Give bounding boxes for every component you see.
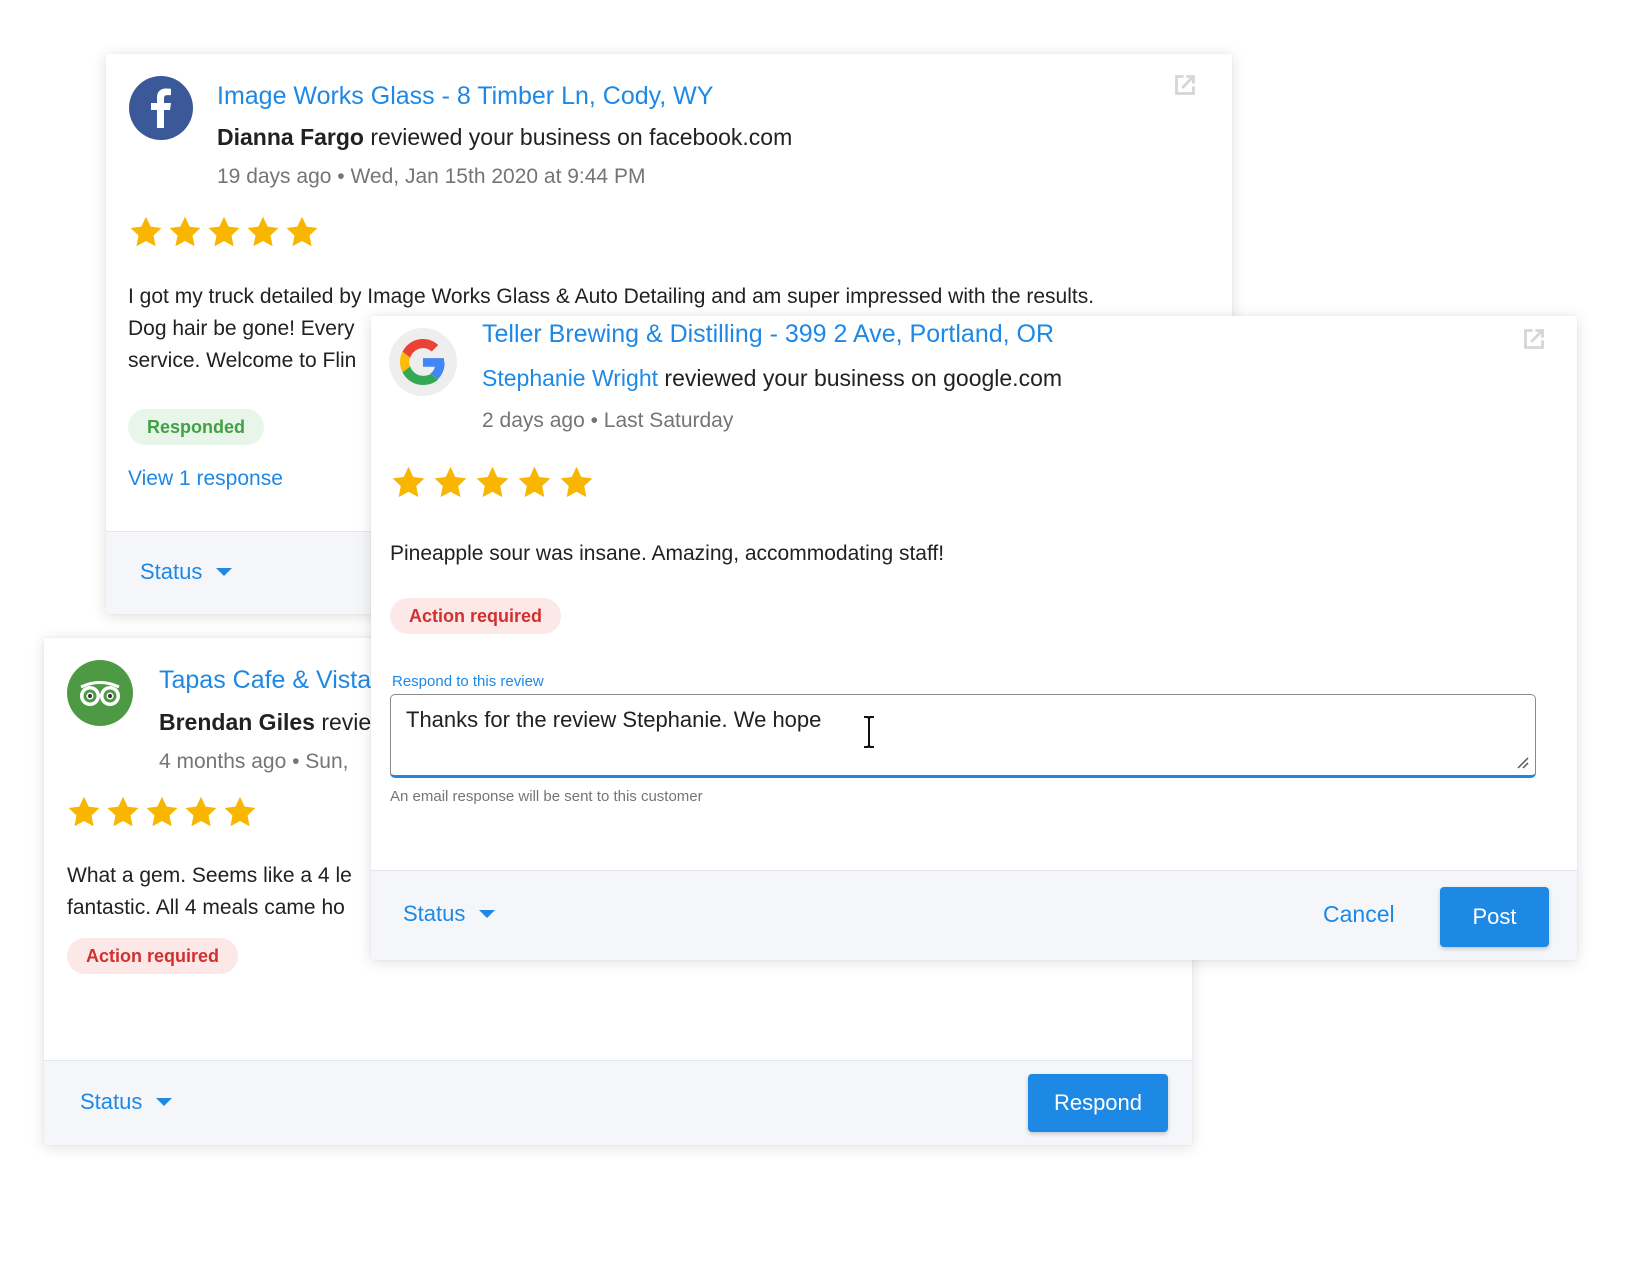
star-rating bbox=[66, 794, 261, 830]
star-icon bbox=[476, 466, 509, 498]
business-title[interactable]: Tapas Cafe & Vista bbox=[159, 666, 371, 695]
review-attribution: Stephanie Wright reviewed your business … bbox=[482, 365, 1062, 392]
star-icon bbox=[208, 216, 240, 247]
tripadvisor-icon bbox=[67, 660, 133, 726]
review-date: Sun, bbox=[305, 750, 349, 773]
separator: • bbox=[584, 409, 604, 432]
star-icon bbox=[286, 216, 318, 247]
star-icon bbox=[560, 466, 593, 498]
resize-handle-icon[interactable] bbox=[1515, 755, 1529, 769]
card-footer: Status Respond bbox=[44, 1060, 1192, 1145]
review-text-line: I got my truck detailed by Image Works G… bbox=[128, 285, 1095, 308]
status-badge: Responded bbox=[128, 409, 265, 445]
caret-down-icon bbox=[216, 568, 233, 576]
review-attribution: Dianna Fargo reviewed your business on f… bbox=[217, 124, 792, 151]
status-badge: Action required bbox=[390, 598, 562, 634]
review-text: Pineapple sour was insane. Amazing, acco… bbox=[390, 538, 944, 570]
business-title[interactable]: Image Works Glass - 8 Timber Ln, Cody, W… bbox=[217, 82, 713, 111]
star-icon bbox=[518, 466, 551, 498]
review-text-line: What a gem. Seems like a 4 le bbox=[67, 864, 352, 887]
star-icon bbox=[247, 216, 279, 247]
view-response-link[interactable]: View 1 response bbox=[128, 467, 283, 491]
response-text-value: Thanks for the review Stephanie. We hope bbox=[406, 707, 822, 732]
reviewed-on-text: reviewed your business on facebook.com bbox=[363, 124, 793, 150]
review-date: Last Saturday bbox=[603, 409, 734, 432]
star-icon bbox=[434, 466, 467, 498]
reviewer-name: Brendan Giles bbox=[159, 709, 315, 735]
respond-button[interactable]: Respond bbox=[1028, 1074, 1168, 1132]
review-timestamp: 2 days ago • Last Saturday bbox=[482, 409, 733, 433]
star-icon bbox=[107, 796, 139, 827]
status-label: Status bbox=[403, 901, 466, 926]
review-timestamp: 19 days ago • Wed, Jan 15th 2020 at 9:44… bbox=[217, 165, 645, 189]
review-attribution: Brendan Giles revie bbox=[159, 709, 371, 736]
separator: • bbox=[331, 165, 351, 188]
star-icon bbox=[392, 466, 425, 498]
review-text-line: fantastic. All 4 meals came ho bbox=[67, 896, 345, 919]
status-label: Status bbox=[140, 559, 203, 584]
business-title[interactable]: Teller Brewing & Distilling - 399 2 Ave,… bbox=[482, 320, 1054, 349]
reviewer-name: Dianna Fargo bbox=[217, 124, 364, 150]
separator: • bbox=[286, 750, 306, 773]
star-icon bbox=[185, 796, 217, 827]
star-rating bbox=[390, 464, 600, 501]
caret-down-icon bbox=[479, 910, 496, 918]
post-button[interactable]: Post bbox=[1440, 887, 1549, 947]
status-dropdown[interactable]: Status bbox=[140, 559, 233, 585]
open-external-icon[interactable] bbox=[1517, 322, 1551, 356]
google-icon bbox=[389, 328, 457, 396]
response-helper-text: An email response will be sent to this c… bbox=[390, 788, 703, 805]
time-ago: 4 months ago bbox=[159, 750, 287, 773]
time-ago: 19 days ago bbox=[217, 165, 332, 188]
status-dropdown[interactable]: Status bbox=[80, 1089, 173, 1115]
review-date: Wed, Jan 15th 2020 at 9:44 PM bbox=[350, 165, 646, 188]
open-external-icon[interactable] bbox=[1168, 68, 1202, 102]
response-textarea[interactable]: Thanks for the review Stephanie. We hope bbox=[390, 694, 1536, 778]
reviewer-name[interactable]: Stephanie Wright bbox=[482, 365, 658, 391]
cancel-button[interactable]: Cancel bbox=[1323, 901, 1395, 928]
reviewed-on-text: reviewed your business on google.com bbox=[658, 365, 1063, 391]
star-icon bbox=[224, 796, 256, 827]
caret-down-icon bbox=[156, 1098, 173, 1106]
status-badge: Action required bbox=[67, 938, 239, 974]
response-field-label: Respond to this review bbox=[392, 673, 544, 690]
text-cursor-icon bbox=[864, 716, 874, 748]
reviewed-on-text: revie bbox=[314, 709, 372, 735]
review-text-line: Pineapple sour was insane. Amazing, acco… bbox=[390, 542, 945, 565]
star-icon bbox=[146, 796, 178, 827]
star-icon bbox=[169, 216, 201, 247]
status-label: Status bbox=[80, 1089, 143, 1114]
star-icon bbox=[130, 216, 162, 247]
facebook-icon bbox=[129, 76, 193, 140]
status-dropdown[interactable]: Status bbox=[403, 901, 496, 927]
review-card-google: Teller Brewing & Distilling - 399 2 Ave,… bbox=[371, 316, 1577, 960]
time-ago: 2 days ago bbox=[482, 409, 585, 432]
card-footer: Status Cancel Post bbox=[371, 870, 1577, 960]
star-icon bbox=[68, 796, 100, 827]
review-timestamp: 4 months ago • Sun, bbox=[159, 750, 349, 774]
star-rating bbox=[128, 214, 323, 250]
review-text: What a gem. Seems like a 4 le fantastic.… bbox=[67, 860, 352, 924]
